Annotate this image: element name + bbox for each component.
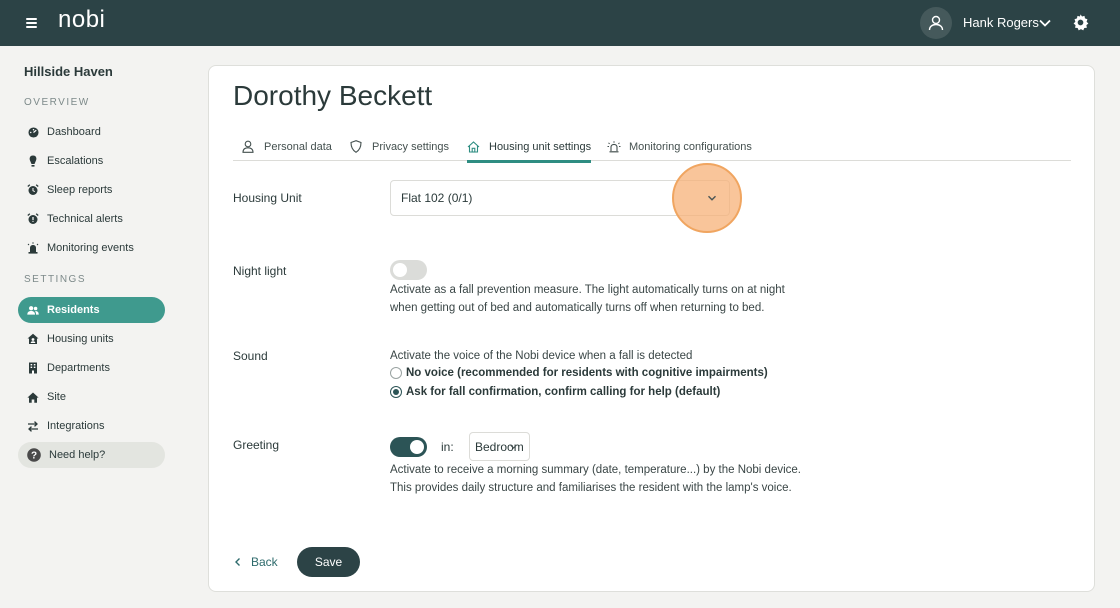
radio-label: No voice (recommended for residents with… <box>406 367 768 379</box>
resident-name: Dorothy Beckett <box>233 80 433 111</box>
siren-icon <box>27 242 39 254</box>
shield-icon <box>350 140 364 154</box>
radio-button[interactable] <box>390 367 402 379</box>
sidebar-item-label: Integrations <box>47 420 105 432</box>
sound-option-no-voice[interactable]: No voice (recommended for residents with… <box>390 367 768 379</box>
greeting-label: Greeting <box>233 438 280 452</box>
sidebar-item-integrations[interactable]: Integrations <box>18 413 165 439</box>
alarm-icon <box>27 184 39 196</box>
greeting-in-label: in: <box>441 440 454 454</box>
sidebar-item-label: Monitoring events <box>47 242 134 254</box>
need-help-button[interactable]: ? Need help? <box>18 442 165 468</box>
sidebar-item-escalations[interactable]: Escalations <box>18 148 165 174</box>
back-label: Back <box>251 555 278 569</box>
user-name[interactable]: Hank Rogers <box>963 15 1039 30</box>
user-avatar[interactable] <box>920 7 952 39</box>
help-icon: ? <box>27 448 41 462</box>
chevron-down-icon[interactable] <box>1038 16 1052 30</box>
housing-unit-label: Housing Unit <box>233 191 302 205</box>
nobi-logo[interactable]: nobi <box>58 6 105 34</box>
menu-icon[interactable] <box>22 14 42 32</box>
sound-description: Activate the voice of the Nobi device wh… <box>390 350 693 362</box>
back-link[interactable]: Back <box>233 555 278 569</box>
sound-option-ask-confirmation[interactable]: Ask for fall confirmation, confirm calli… <box>390 386 720 398</box>
greeting-toggle[interactable] <box>390 437 427 457</box>
resident-settings-card: Dorothy Beckett Personal data Privacy se… <box>208 65 1095 592</box>
sidebar-item-label: Sleep reports <box>47 184 113 196</box>
sidebar-item-housing-units[interactable]: Housing units <box>18 326 165 352</box>
alarm-icon <box>27 213 39 225</box>
night-light-label: Night light <box>233 264 287 278</box>
save-button[interactable]: Save <box>297 547 360 577</box>
resident-tabs: Personal data Privacy settings Housing u… <box>233 132 1071 163</box>
sidebar-item-label: Residents <box>47 304 100 316</box>
radio-label: Ask for fall confirmation, confirm calli… <box>406 386 721 398</box>
dashboard-icon <box>27 126 39 138</box>
chevron-left-icon <box>235 558 240 566</box>
need-help-label: Need help? <box>49 449 106 461</box>
home-icon <box>27 391 39 403</box>
gear-icon[interactable] <box>1071 13 1090 32</box>
tab-label: Privacy settings <box>372 140 450 153</box>
users-icon <box>27 304 39 316</box>
svg-text:?: ? <box>31 451 37 462</box>
tab-housing-unit-settings[interactable]: Housing unit settings <box>467 132 592 163</box>
sidebar-item-sleep-reports[interactable]: Sleep reports <box>18 177 165 203</box>
tab-label: Personal data <box>264 140 332 153</box>
settings-section-label: SETTINGS <box>24 274 87 285</box>
top-bar: nobi Hank Rogers <box>0 0 1120 46</box>
sidebar-item-monitoring-events[interactable]: Monitoring events <box>18 235 165 261</box>
overview-section-label: OVERVIEW <box>24 97 90 108</box>
sound-label: Sound <box>233 349 268 363</box>
tab-label: Monitoring configurations <box>629 140 752 153</box>
sidebar-item-departments[interactable]: Departments <box>18 355 165 381</box>
tab-label: Housing unit settings <box>489 140 592 153</box>
user-icon <box>928 15 944 31</box>
site-name: Hillside Haven <box>24 64 113 79</box>
sidebar-item-residents[interactable]: Residents <box>18 297 165 323</box>
sidebar-item-label: Departments <box>47 362 110 374</box>
tab-personal-data[interactable]: Personal data <box>242 132 332 161</box>
housing-unit-value: Flat 102 (0/1) <box>401 191 473 205</box>
siren-icon <box>607 140 621 154</box>
house-icon <box>27 333 39 345</box>
sidebar-item-site[interactable]: Site <box>18 384 165 410</box>
sidebar-item-label: Site <box>47 391 66 403</box>
sidebar: Hillside Haven OVERVIEW Dashboard Escala… <box>0 46 182 608</box>
building-icon <box>27 362 39 374</box>
person-icon <box>242 140 256 154</box>
greeting-description: Activate to receive a morning summary (d… <box>390 464 801 494</box>
radio-button[interactable] <box>390 386 402 398</box>
escalation-icon <box>27 155 39 167</box>
sidebar-item-label: Housing units <box>47 333 114 345</box>
house-icon <box>467 140 481 154</box>
sidebar-item-dashboard[interactable]: Dashboard <box>18 119 165 145</box>
arrows-icon <box>27 420 39 432</box>
sidebar-item-technical-alerts[interactable]: Technical alerts <box>18 206 165 232</box>
sidebar-item-label: Technical alerts <box>47 213 123 225</box>
chevron-down-icon[interactable] <box>706 192 718 204</box>
greeting-room-select[interactable]: Bedroom <box>469 432 530 461</box>
night-light-toggle[interactable] <box>390 260 427 280</box>
chevron-down-icon[interactable] <box>509 442 518 451</box>
night-light-description: Activate as a fall prevention measure. T… <box>390 284 785 314</box>
sidebar-item-label: Dashboard <box>47 126 101 138</box>
sidebar-item-label: Escalations <box>47 155 104 167</box>
tab-privacy-settings[interactable]: Privacy settings <box>350 132 449 161</box>
tab-monitoring-configurations[interactable]: Monitoring configurations <box>607 132 752 161</box>
